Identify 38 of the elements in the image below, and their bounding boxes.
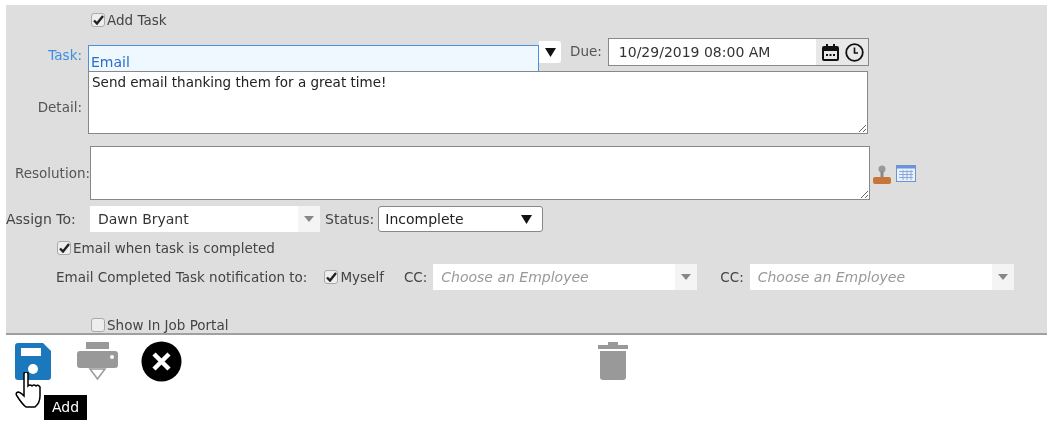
- checkbox-label: Add Task: [107, 12, 167, 28]
- checkbox-label: Email when task is completed: [73, 240, 275, 256]
- printer-icon[interactable]: [77, 342, 118, 380]
- status-select[interactable]: Incomplete: [378, 206, 544, 232]
- close-icon[interactable]: [141, 340, 182, 382]
- date-field[interactable]: 10/29/2019 08:00 AM: [607, 38, 869, 66]
- calendar-icon[interactable]: [821, 43, 839, 61]
- checkbox[interactable]: [57, 241, 71, 255]
- tooltip: Add: [44, 395, 88, 420]
- trash-icon[interactable]: [598, 342, 628, 380]
- field-label: Resolution:: [13, 165, 90, 181]
- dropdown-button[interactable]: [539, 41, 561, 63]
- field-label: Detail:: [36, 97, 83, 115]
- field-label: Task:: [47, 46, 83, 63]
- checkbox-label: Show In Job Portal: [107, 317, 229, 333]
- clock-icon[interactable]: [844, 42, 864, 62]
- checkbox[interactable]: [91, 13, 105, 27]
- caret-icon: [304, 216, 314, 222]
- notification-label: Email Completed Task notification to:: [56, 269, 308, 285]
- caret-icon: [544, 47, 556, 57]
- checkbox[interactable]: [324, 270, 339, 284]
- field-label: Due:: [570, 43, 602, 59]
- detail-field[interactable]: Send email thanking them for a great time!: [88, 71, 868, 134]
- task-field[interactable]: Email: [88, 45, 539, 73]
- field-label: Assign To:: [6, 211, 77, 227]
- field-label: CC:: [403, 269, 428, 285]
- resolution-field[interactable]: [90, 146, 870, 200]
- table-icon[interactable]: [896, 164, 916, 182]
- caret-icon: [521, 214, 533, 224]
- assignee-dropdown[interactable]: Dawn Bryant: [90, 206, 320, 232]
- caret-icon: [997, 274, 1008, 280]
- checkbox[interactable]: [91, 318, 105, 332]
- field-label: Status:: [325, 211, 375, 227]
- save-icon[interactable]: [15, 342, 51, 380]
- field-label: CC:: [720, 269, 744, 285]
- caret-icon: [681, 274, 692, 280]
- stamp-icon[interactable]: [872, 165, 892, 185]
- checkbox-label: Myself: [340, 269, 384, 285]
